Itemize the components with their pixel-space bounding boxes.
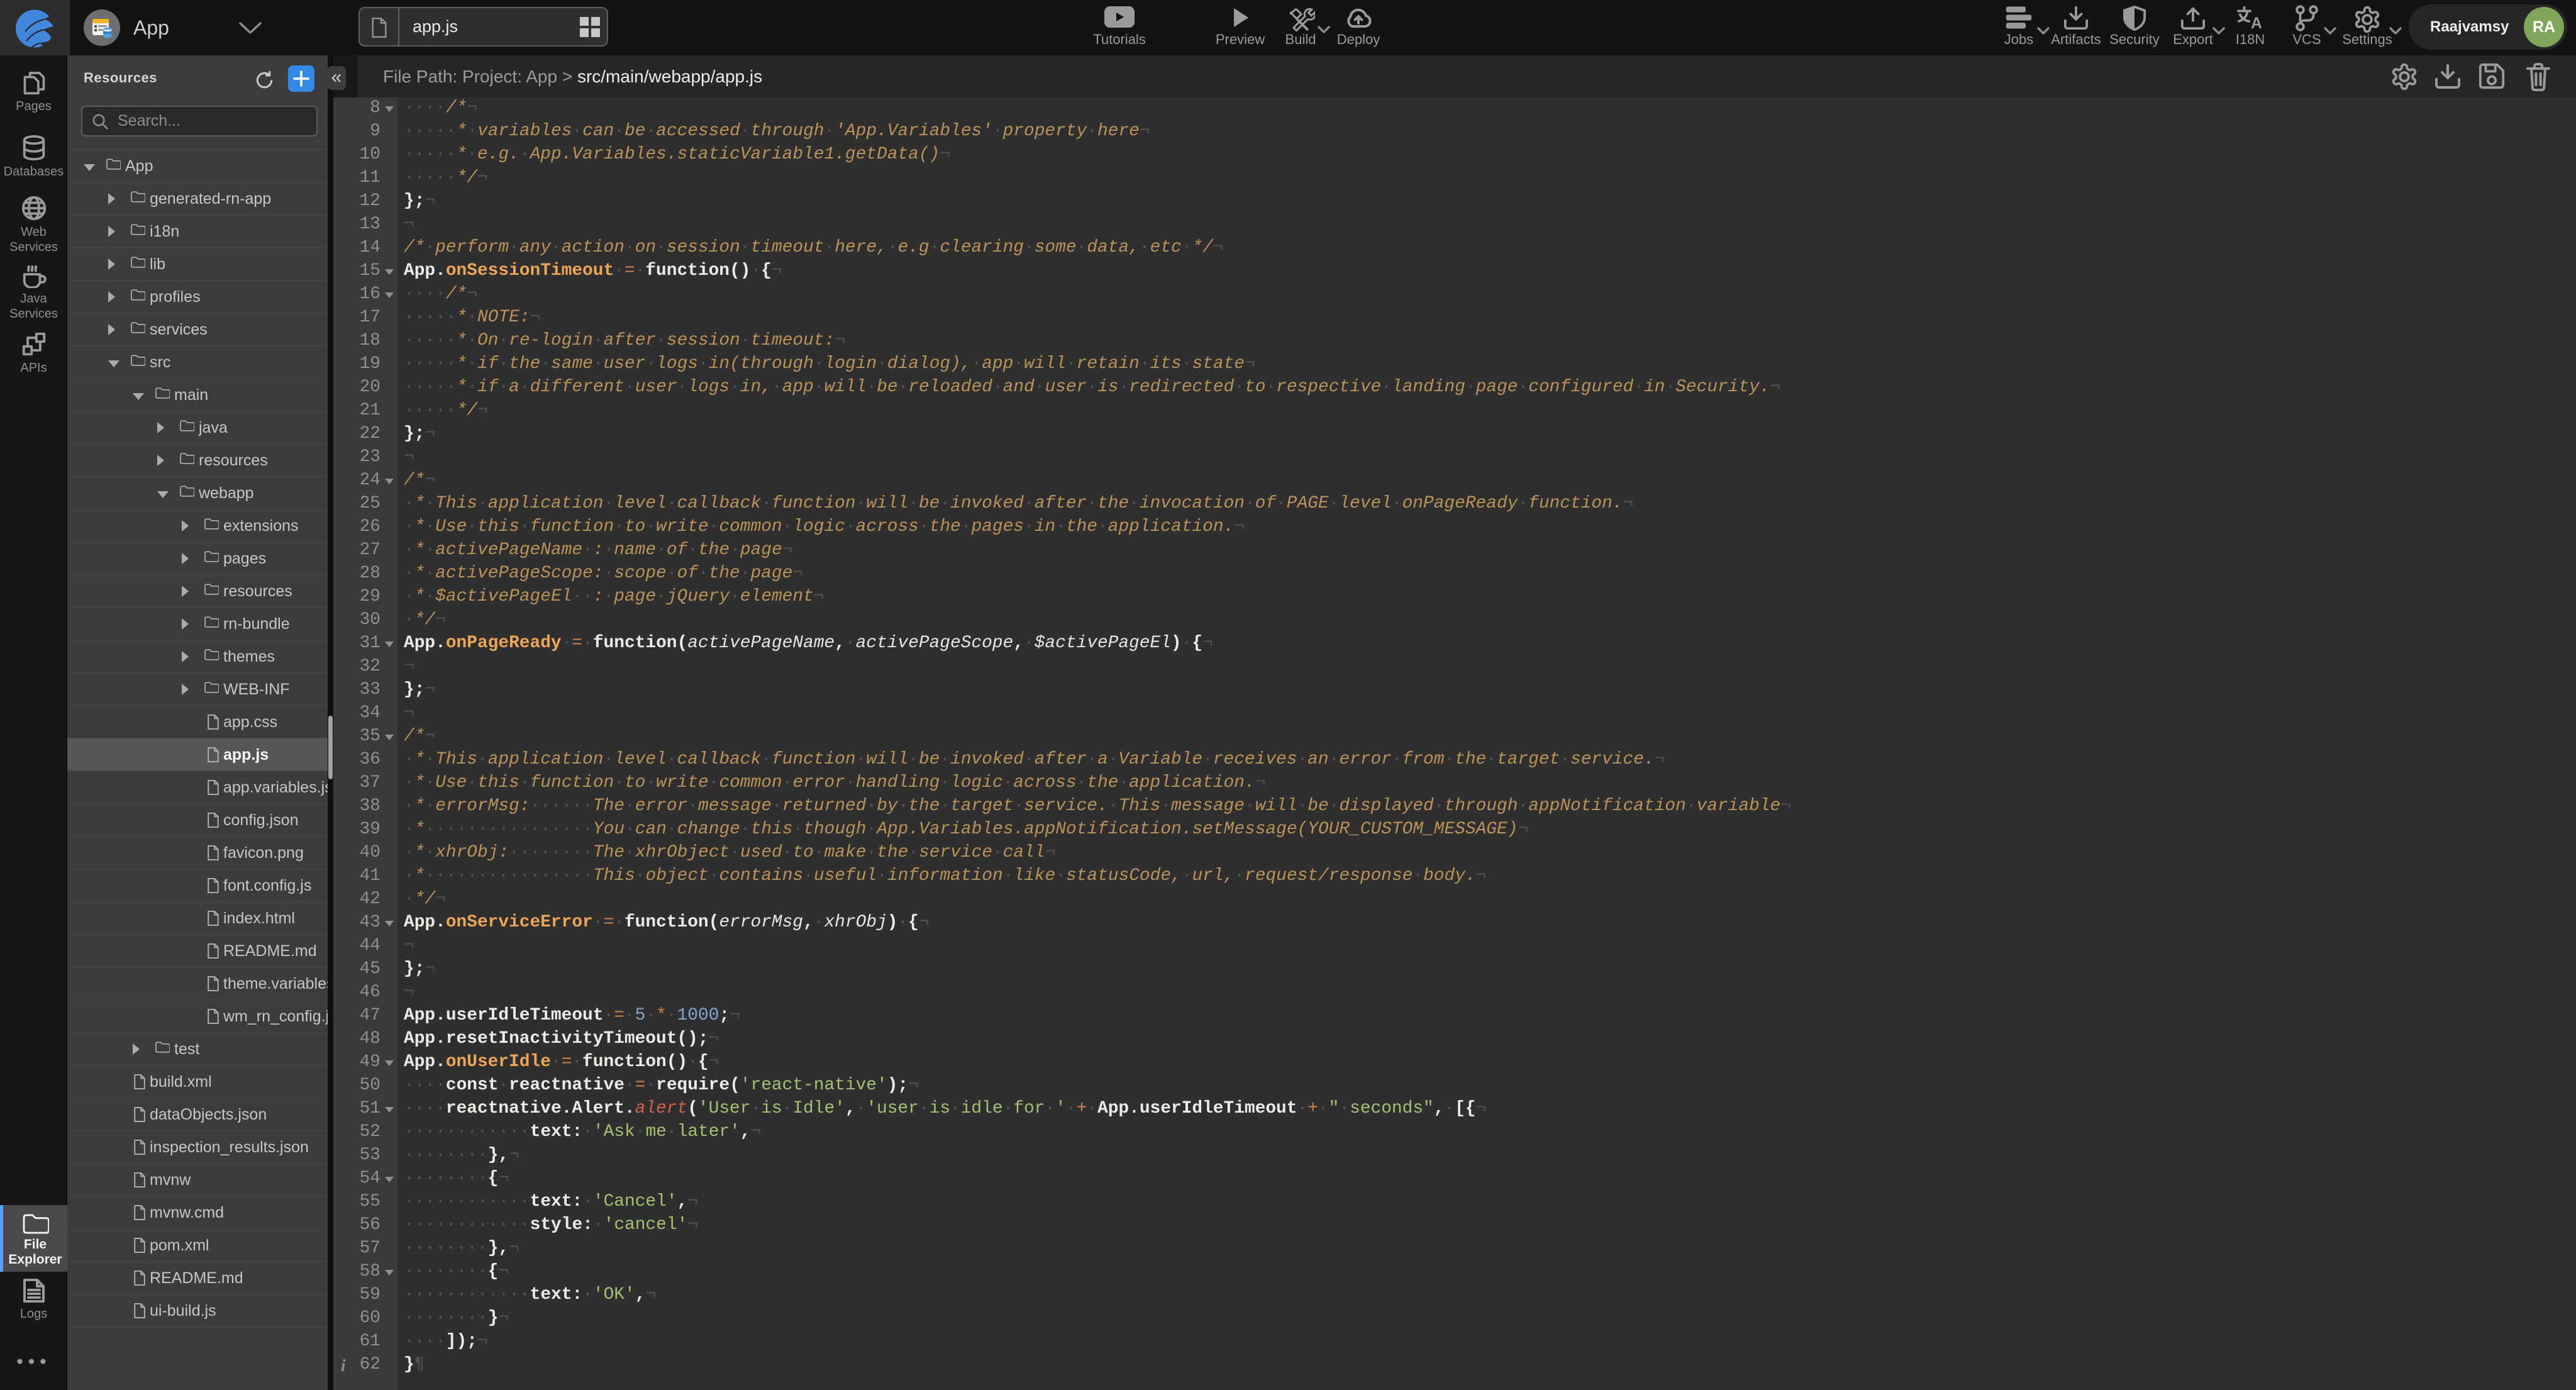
svg-text:A: A	[2251, 15, 2262, 30]
